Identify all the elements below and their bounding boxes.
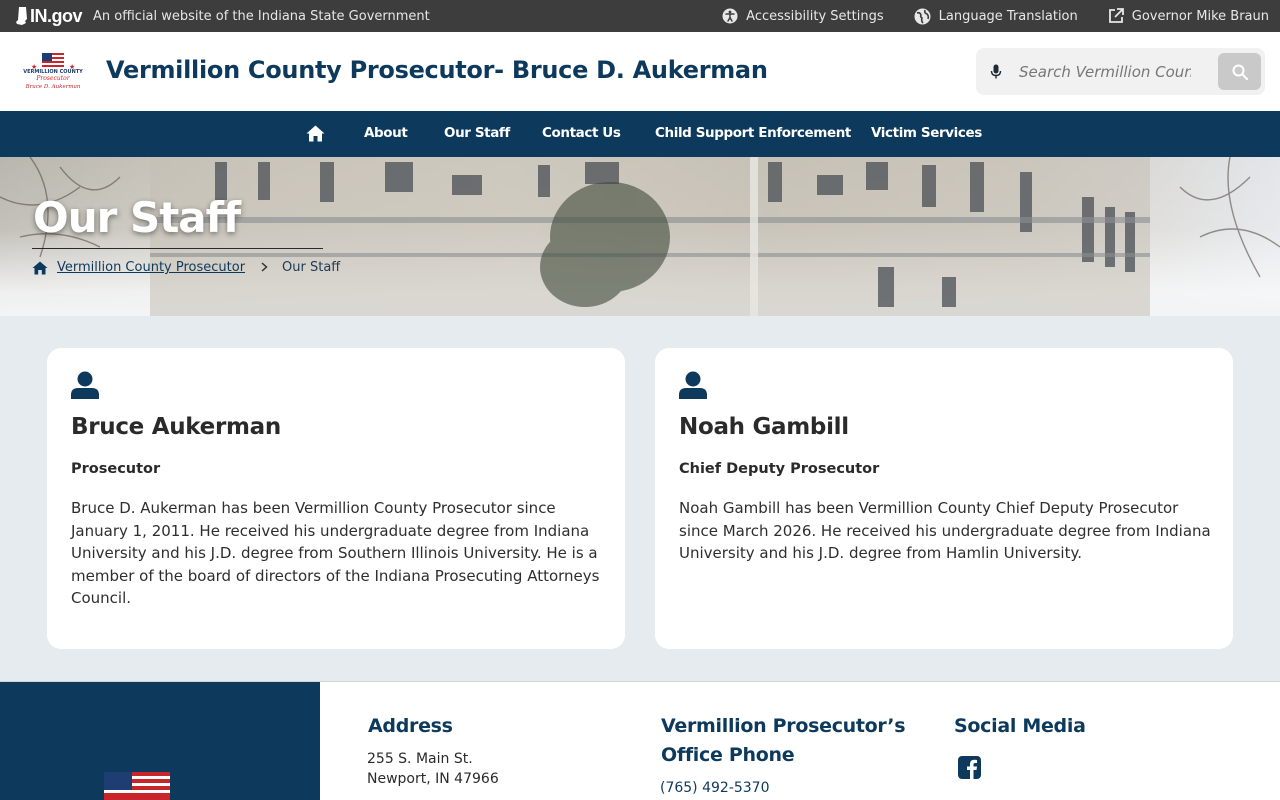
accessibility-settings-link[interactable]: Accessibility Settings bbox=[722, 8, 884, 24]
language-translation-label: Language Translation bbox=[938, 8, 1078, 24]
staff-name: Noah Gambill bbox=[679, 414, 849, 440]
nav-about[interactable]: About bbox=[364, 125, 408, 141]
person-icon bbox=[71, 371, 99, 399]
facebook-icon[interactable] bbox=[958, 756, 981, 779]
chevron-right-icon bbox=[261, 261, 268, 275]
site-title[interactable]: Vermillion County Prosecutor- Bruce D. A… bbox=[106, 56, 768, 84]
staff-card: Noah Gambill Chief Deputy Prosecutor Noa… bbox=[655, 348, 1233, 649]
home-icon[interactable] bbox=[306, 125, 325, 142]
svg-text:Prosecutor: Prosecutor bbox=[35, 75, 70, 82]
svg-text:★: ★ bbox=[69, 63, 75, 71]
ingov-logo[interactable]: IN.gov bbox=[16, 5, 83, 27]
address-heading: Address bbox=[368, 715, 453, 737]
nav-child-support-enforcement[interactable]: Child Support Enforcement bbox=[655, 125, 851, 141]
footer-brand-panel bbox=[0, 682, 320, 800]
topbar-links: Accessibility Settings Language Translat… bbox=[722, 0, 1280, 32]
language-translation-link[interactable]: Language Translation bbox=[914, 8, 1078, 25]
ingov-brand: IN.gov bbox=[30, 5, 83, 26]
microphone-icon[interactable] bbox=[990, 64, 1002, 80]
indiana-state-icon bbox=[16, 7, 27, 25]
footer-logo bbox=[104, 772, 170, 800]
globe-icon bbox=[914, 8, 931, 24]
nav-contact-us[interactable]: Contact Us bbox=[542, 125, 621, 141]
address-line-2: Newport, IN 47966 bbox=[367, 771, 499, 787]
breadcrumb-current: Our Staff bbox=[282, 260, 341, 275]
nav-our-staff[interactable]: Our Staff bbox=[444, 125, 510, 141]
phone-heading: Vermillion Prosecutor’s Office Phone bbox=[661, 715, 906, 766]
social-media-heading: Social Media bbox=[954, 715, 1086, 737]
page-hero-banner: Our Staff Vermillion County Prosecutor O… bbox=[0, 157, 1280, 316]
site-search bbox=[976, 48, 1265, 95]
person-icon bbox=[679, 371, 707, 399]
staff-bio: Noah Gambill has been Vermillion County … bbox=[679, 499, 1211, 562]
prosecutor-seal-logo[interactable]: VERMILLION COUNTY Prosecutor Bruce D. Au… bbox=[22, 52, 84, 92]
staff-card: Bruce Aukerman Prosecutor Bruce D. Auker… bbox=[47, 348, 625, 649]
address-line-1: 255 S. Main St. bbox=[367, 751, 473, 767]
governor-label: Governor Mike Braun bbox=[1131, 8, 1269, 24]
nav-victim-services[interactable]: Victim Services bbox=[871, 125, 982, 141]
accessibility-settings-label: Accessibility Settings bbox=[746, 8, 884, 24]
staff-bio: Bruce D. Aukerman has been Vermillion Co… bbox=[71, 499, 600, 607]
state-topbar: IN.gov An official website of the Indian… bbox=[0, 0, 1280, 32]
accessibility-icon bbox=[722, 8, 738, 24]
external-link-icon bbox=[1108, 8, 1124, 23]
search-icon bbox=[1232, 64, 1248, 80]
breadcrumb: Vermillion County Prosecutor Our Staff bbox=[32, 260, 340, 275]
site-footer: Address 255 S. Main St. Newport, IN 4796… bbox=[0, 681, 1280, 800]
staff-role: Chief Deputy Prosecutor bbox=[679, 461, 880, 477]
staff-role: Prosecutor bbox=[71, 461, 161, 477]
svg-text:Bruce D. Aukerman: Bruce D. Aukerman bbox=[25, 84, 81, 90]
governor-link[interactable]: Governor Mike Braun bbox=[1108, 8, 1269, 24]
svg-text:★: ★ bbox=[31, 63, 37, 71]
breadcrumb-home-link[interactable]: Vermillion County Prosecutor bbox=[57, 260, 245, 275]
hero-divider bbox=[32, 248, 323, 249]
official-site-notice: An official website of the Indiana State… bbox=[93, 8, 430, 24]
page-title: Our Staff bbox=[33, 193, 241, 242]
main-navigation: About Our Staff Contact Us Child Support… bbox=[0, 111, 1280, 157]
search-input[interactable] bbox=[1019, 56, 1191, 87]
breadcrumb-home-icon[interactable] bbox=[32, 261, 48, 275]
staff-name: Bruce Aukerman bbox=[71, 414, 281, 440]
site-header: VERMILLION COUNTY Prosecutor Bruce D. Au… bbox=[0, 32, 1280, 111]
search-button[interactable] bbox=[1218, 53, 1261, 90]
office-phone-link[interactable]: (765) 492-5370 bbox=[660, 778, 770, 798]
